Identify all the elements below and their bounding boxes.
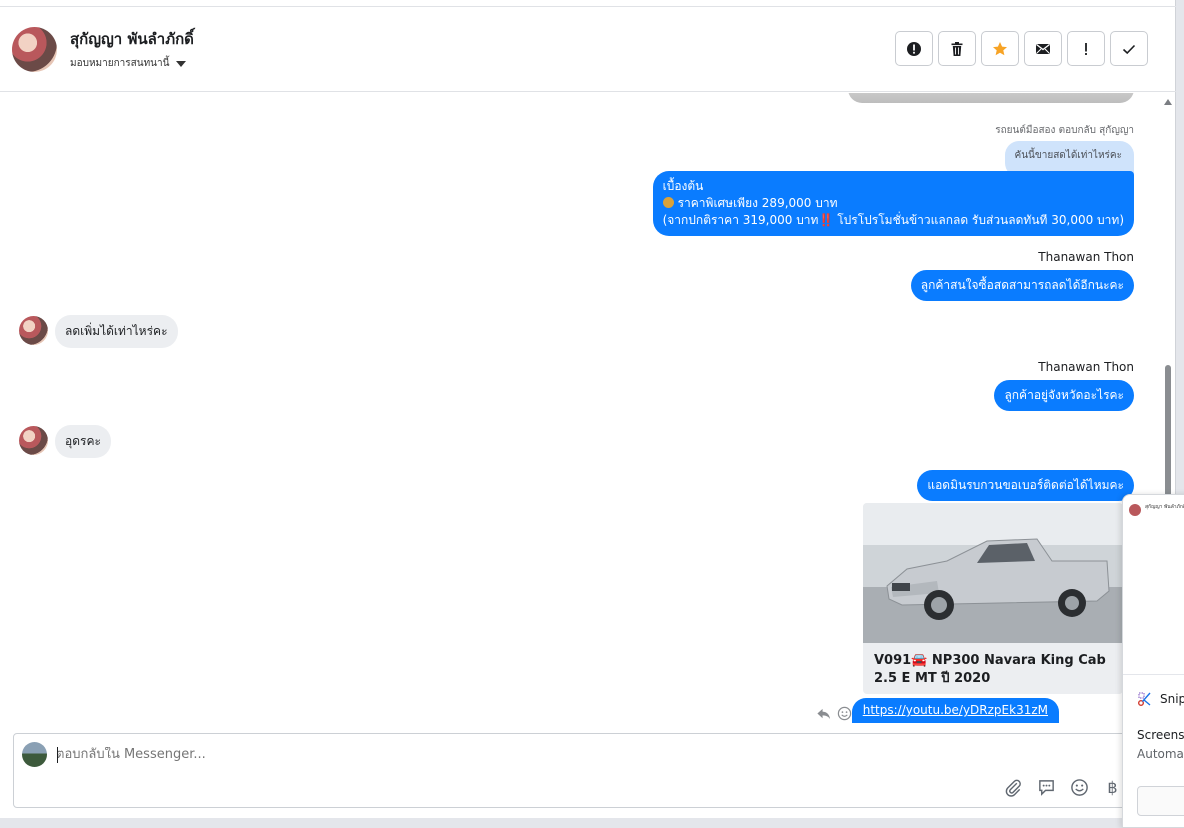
outgoing-message[interactable]: แอดมินรบกวนขอเบอร์ติดต่อได้ไหมคะ	[917, 470, 1134, 501]
star-icon	[993, 41, 1007, 55]
sender-name: Thanawan Thon	[1038, 360, 1134, 374]
previous-image-attachment[interactable]	[848, 93, 1134, 103]
reply-input[interactable]	[56, 747, 656, 762]
incoming-message[interactable]: ลดเพิ่มได้เท่าไหร่คะ	[55, 315, 178, 348]
contact-name[interactable]: สุกัญญา พันลำภักดิ์	[70, 27, 194, 51]
mark-done-button[interactable]	[1110, 31, 1148, 66]
react-emoji-icon[interactable]	[837, 706, 852, 721]
snip-action-button[interactable]	[1137, 786, 1184, 816]
contact-avatar-small[interactable]	[19, 426, 48, 455]
message-actions	[816, 706, 852, 721]
snip-app-name: Snip	[1160, 692, 1184, 706]
follow-up-button[interactable]	[1067, 31, 1105, 66]
message-line: ราคาพิเศษเพียง 289,000 บาท	[662, 195, 1124, 212]
emoji-icon[interactable]	[1070, 778, 1089, 797]
check-icon	[1122, 44, 1136, 54]
alert-circle-icon	[907, 41, 921, 56]
report-button[interactable]	[895, 31, 933, 66]
scissors-icon	[1138, 692, 1151, 706]
snip-tool-notification[interactable]: สุกัญญา พันลำภักดิ์ Snip Screens Automa	[1122, 494, 1184, 828]
outgoing-message[interactable]: ลูกค้าสนใจซื้อสดสามารถลดได้อีกนะคะ	[910, 270, 1134, 301]
message-thread[interactable]: รถยนต์มือสอง ตอบกลับ สุกัญญา คันนี้ขายสด…	[0, 93, 1160, 723]
mini-avatar	[1129, 504, 1141, 516]
outgoing-link-message[interactable]: https://youtu.be/yDRzpEk31zM	[851, 698, 1059, 723]
messenger-inbox-panel: สุกัญญา พันลำภักดิ์ มอบหมายการสนทนานี้ ร…	[0, 0, 1176, 818]
assign-conversation-dropdown[interactable]: มอบหมายการสนทนานี้	[70, 56, 187, 71]
snip-notification-body: Automa	[1137, 747, 1184, 761]
snip-thumbnail[interactable]: สุกัญญา พันลำภักดิ์	[1123, 495, 1184, 675]
vehicle-photo[interactable]	[863, 503, 1123, 643]
star-button[interactable]	[981, 31, 1019, 66]
reply-icon[interactable]	[816, 706, 831, 721]
incoming-message[interactable]: อุดรคะ	[55, 425, 111, 458]
message-composer: ฿	[13, 733, 1163, 808]
scroll-up-arrow-icon[interactable]	[1164, 99, 1172, 105]
pickup-truck-image	[886, 538, 1110, 620]
link-preview-card[interactable]: V091🚘 NP300 Navara King Cab 2.5 E MT ปี …	[863, 503, 1123, 694]
page-avatar	[22, 742, 47, 767]
message-line: (จากปกติราคา 319,000 บาท‼️ โปรโปรโมชั่นข…	[662, 213, 1124, 227]
outgoing-message[interactable]: ลูกค้าอยู่จังหวัดอะไรคะ	[994, 380, 1134, 411]
trash-icon	[951, 41, 963, 56]
mark-unread-button[interactable]	[1024, 31, 1062, 66]
text-cursor	[57, 747, 58, 763]
conversation-toolbar	[895, 31, 1148, 66]
caret-down-icon	[176, 60, 187, 67]
money-bag-icon	[662, 197, 674, 208]
exclamation-icon	[1085, 42, 1087, 55]
outgoing-message-price[interactable]: เบื้องต้น ราคาพิเศษเพียง 289,000 บาท (จา…	[652, 171, 1134, 236]
snip-app-header: Snip	[1137, 691, 1184, 707]
composer-actions: ฿	[1004, 778, 1127, 797]
thumbnail-text: สุกัญญา พันลำภักดิ์	[1145, 504, 1184, 510]
reply-note: รถยนต์มือสอง ตอบกลับ สุกัญญา	[995, 125, 1134, 136]
conversation-header: สุกัญญา พันลำภักดิ์ มอบหมายการสนทนานี้	[0, 6, 1176, 92]
contact-avatar[interactable]	[12, 27, 57, 72]
envelope-icon	[1036, 43, 1050, 54]
paperclip-icon[interactable]	[1004, 778, 1023, 797]
message-line: เบื้องต้น	[662, 179, 704, 193]
contact-avatar-small[interactable]	[19, 316, 48, 345]
sender-name: Thanawan Thon	[1038, 250, 1134, 264]
card-title[interactable]: V091🚘 NP300 Navara King Cab 2.5 E MT ปี …	[863, 643, 1123, 694]
snip-notification-title: Screens	[1137, 728, 1184, 742]
delete-button[interactable]	[938, 31, 976, 66]
saved-reply-icon[interactable]	[1037, 778, 1056, 797]
baht-icon[interactable]: ฿	[1103, 778, 1127, 797]
assign-label: มอบหมายการสนทนานี้	[70, 58, 170, 69]
